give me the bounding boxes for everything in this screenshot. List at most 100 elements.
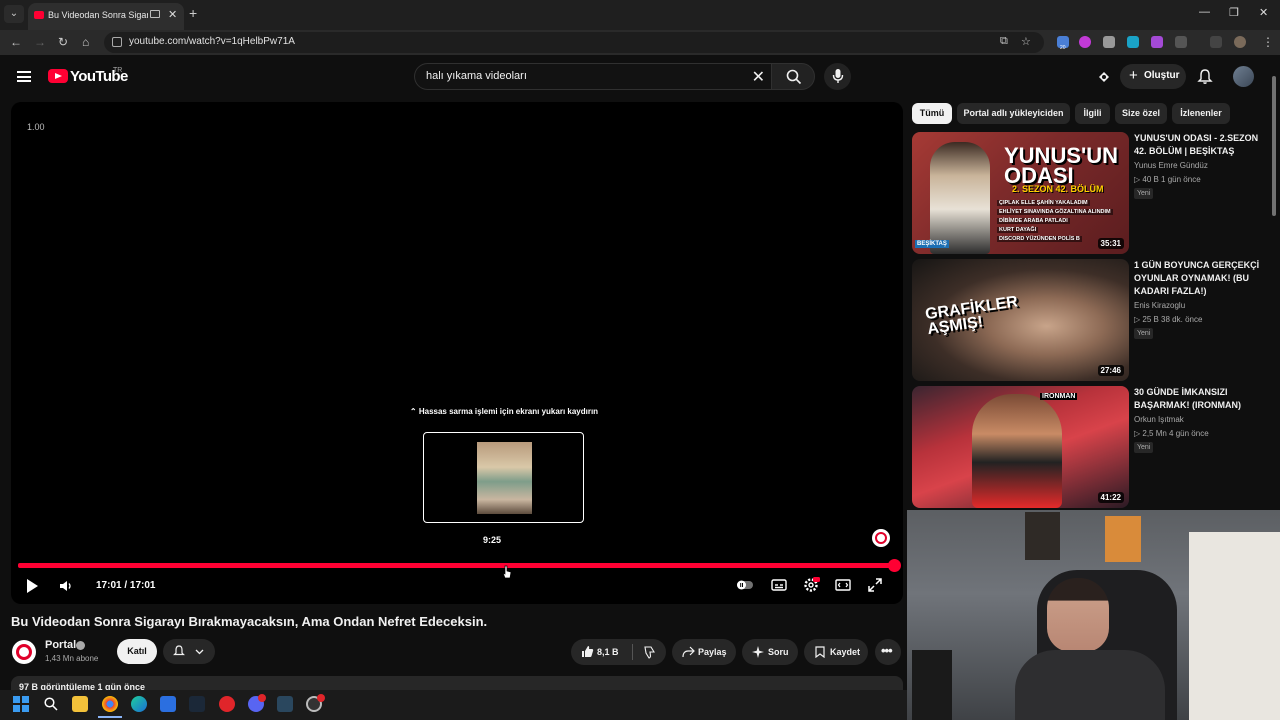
taskbar-search-icon[interactable] [44,697,58,711]
forward-icon[interactable]: → [34,35,46,49]
tab-title: Bu Videodan Sonra Sigaray [48,10,148,20]
windows-start-icon[interactable] [13,696,29,712]
extensions-puzzle-icon[interactable] [1175,36,1187,48]
tab-search-button[interactable]: ⌄ [4,5,24,23]
chip-watched[interactable]: İzlenenler [1172,103,1230,124]
like-count[interactable]: 8,1 B [597,647,619,657]
channel-avatar[interactable] [12,640,36,664]
recommendation-title[interactable]: YUNUS'UN ODASI - 2.SEZON 42. BÖLÜM | BEŞ… [1134,132,1272,158]
notifications-bell-icon[interactable] [1197,68,1213,85]
notification-dot [258,694,266,702]
recommendation-item[interactable]: GRAFİKLER AŞMIŞ! 27:46 1 GÜN BOYUNCA GER… [912,259,1272,381]
thumbnail-person [972,394,1062,508]
theater-mode-icon[interactable] [834,576,852,594]
bookmark-star-icon[interactable]: ☆ [1021,35,1031,48]
video-thumbnail[interactable]: YUNUS'UN ODASI 2. SEZON 42. BÖLÜM ÇIPLAK… [912,132,1129,254]
volume-icon[interactable] [59,579,73,593]
chip-from-uploader[interactable]: Portal adlı yükleyiciden [957,103,1070,124]
address-bar[interactable]: youtube.com/watch?v=1qHelbPw71A ⧉ ☆ [104,32,1044,53]
like-icon[interactable] [581,645,594,658]
fullscreen-icon[interactable] [866,576,884,594]
home-icon[interactable]: ⌂ [82,35,89,49]
sidebar-scrollbar[interactable] [1271,58,1277,510]
search-query[interactable]: halı yıkama videoları [426,70,527,82]
file-explorer-icon[interactable] [72,696,88,712]
chip-for-you[interactable]: Size özel [1115,103,1167,124]
premium-features-icon[interactable] [1096,69,1112,85]
subtitles-icon[interactable] [770,576,788,594]
reading-list-icon[interactable] [1210,36,1222,48]
subscription-bell-button[interactable] [163,639,215,664]
extension-icon-4[interactable] [1127,36,1139,48]
recommendation-item[interactable]: YUNUS'UN ODASI 2. SEZON 42. BÖLÜM ÇIPLAK… [912,132,1272,254]
maximize-button[interactable]: ❐ [1229,6,1239,19]
recommendation-channel[interactable]: Yunus Emre Gündüz [1134,161,1208,170]
video-thumbnail[interactable]: IRONMAN 41:22 [912,386,1129,508]
edge-icon[interactable] [131,696,147,712]
autoplay-toggle-icon[interactable] [736,576,754,594]
bookmark-icon [815,646,825,658]
recommendation-channel[interactable]: Enis Kirazoglu [1134,301,1185,310]
channel-name[interactable]: Portal [45,639,76,651]
mouse-cursor-icon [502,565,512,579]
scrollbar-thumb[interactable] [1272,76,1276,216]
create-button[interactable]: + Oluştur [1120,64,1186,89]
recommendation-title[interactable]: 1 GÜN BOYUNCA GERÇEKÇİ OYUNLAR OYNAMAK! … [1134,259,1272,298]
thumbnail-line: KURT DAYAĞI [997,227,1039,233]
channel-watermark-icon[interactable] [872,529,890,547]
extension-icon-5[interactable] [1151,36,1163,48]
new-tab-button[interactable]: + [189,5,197,21]
extension-icon-3[interactable] [1103,36,1115,48]
minimize-button[interactable]: — [1199,6,1210,18]
region-code: TR [113,67,123,74]
video-title: Bu Videodan Sonra Sigarayı Bırakmayacaks… [11,614,488,629]
recommendation-title[interactable]: 30 GÜNDE İMKANSIZI BAŞARMAK! (IRONMAN) [1134,386,1272,412]
ask-button[interactable]: Soru [742,639,798,665]
join-button[interactable]: Katıl [117,639,157,664]
video-thumbnail[interactable]: GRAFİKLER AŞMIŞ! 27:46 [912,259,1129,381]
play-icon[interactable] [27,579,38,593]
browser-tab[interactable]: Bu Videodan Sonra Sigaray ✕ [28,3,184,30]
chrome-icon[interactable] [102,696,118,712]
tab-close-icon[interactable]: ✕ [168,8,177,21]
profile-avatar-icon[interactable] [1234,36,1246,48]
save-button[interactable]: Kaydet [804,639,868,665]
url-text[interactable]: youtube.com/watch?v=1qHelbPw71A [129,36,295,47]
thumbnail-title-text: GRAFİKLER AŞMIŞ! [924,293,1019,339]
chip-related[interactable]: İlgili [1075,103,1110,124]
settings-gear-icon[interactable] [802,576,820,594]
thumbnail-line: EHLİYET SINAVINDA GÖZALTINA ALINDIM [997,209,1113,215]
steam-icon[interactable] [189,696,205,712]
thumbnail-title-text: IRONMAN [1040,393,1078,400]
wall-poster [1105,516,1141,562]
dislike-icon[interactable] [642,646,655,659]
youtube-logo-icon[interactable] [48,69,68,83]
progress-bar[interactable] [18,563,894,568]
more-actions-button[interactable]: ••• [875,639,901,665]
store-icon[interactable] [160,696,176,712]
menu-icon[interactable] [17,71,31,82]
yandex-icon[interactable] [219,696,235,712]
steam-alt-icon[interactable] [277,696,293,712]
clear-search-icon[interactable]: ✕ [752,67,765,87]
video-player[interactable]: 1.00 ⌃ Hassas sarma işlemi için ekranı y… [11,102,903,604]
reload-icon[interactable]: ↻ [58,35,68,49]
window-close-button[interactable]: ✕ [1259,6,1268,19]
search-button[interactable] [771,63,815,90]
search-input[interactable]: halı yıkama videoları ✕ [414,63,771,90]
install-app-icon[interactable]: ⧉ [1000,35,1008,48]
progress-scrubber[interactable] [888,559,901,572]
site-info-icon[interactable] [112,37,122,47]
recommendation-channel[interactable]: Orkun Işıtmak [1134,415,1184,424]
back-icon[interactable]: ← [10,35,22,49]
voice-search-button[interactable] [824,63,851,90]
thumbnail-line: DİBİMDE ARABA PATLADI [997,218,1070,224]
new-badge: Yeni [1134,188,1154,199]
chip-all[interactable]: Tümü [912,103,952,124]
extension-icon-2[interactable] [1079,36,1091,48]
account-avatar[interactable] [1233,66,1254,87]
share-button[interactable]: Paylaş [672,639,736,665]
browser-menu-icon[interactable]: ⋮ [1262,35,1274,49]
recommendation-item[interactable]: IRONMAN 41:22 30 GÜNDE İMKANSIZI BAŞARMA… [912,386,1272,508]
thumbnail-title-text: YUNUS'UN ODASI [1004,143,1119,188]
